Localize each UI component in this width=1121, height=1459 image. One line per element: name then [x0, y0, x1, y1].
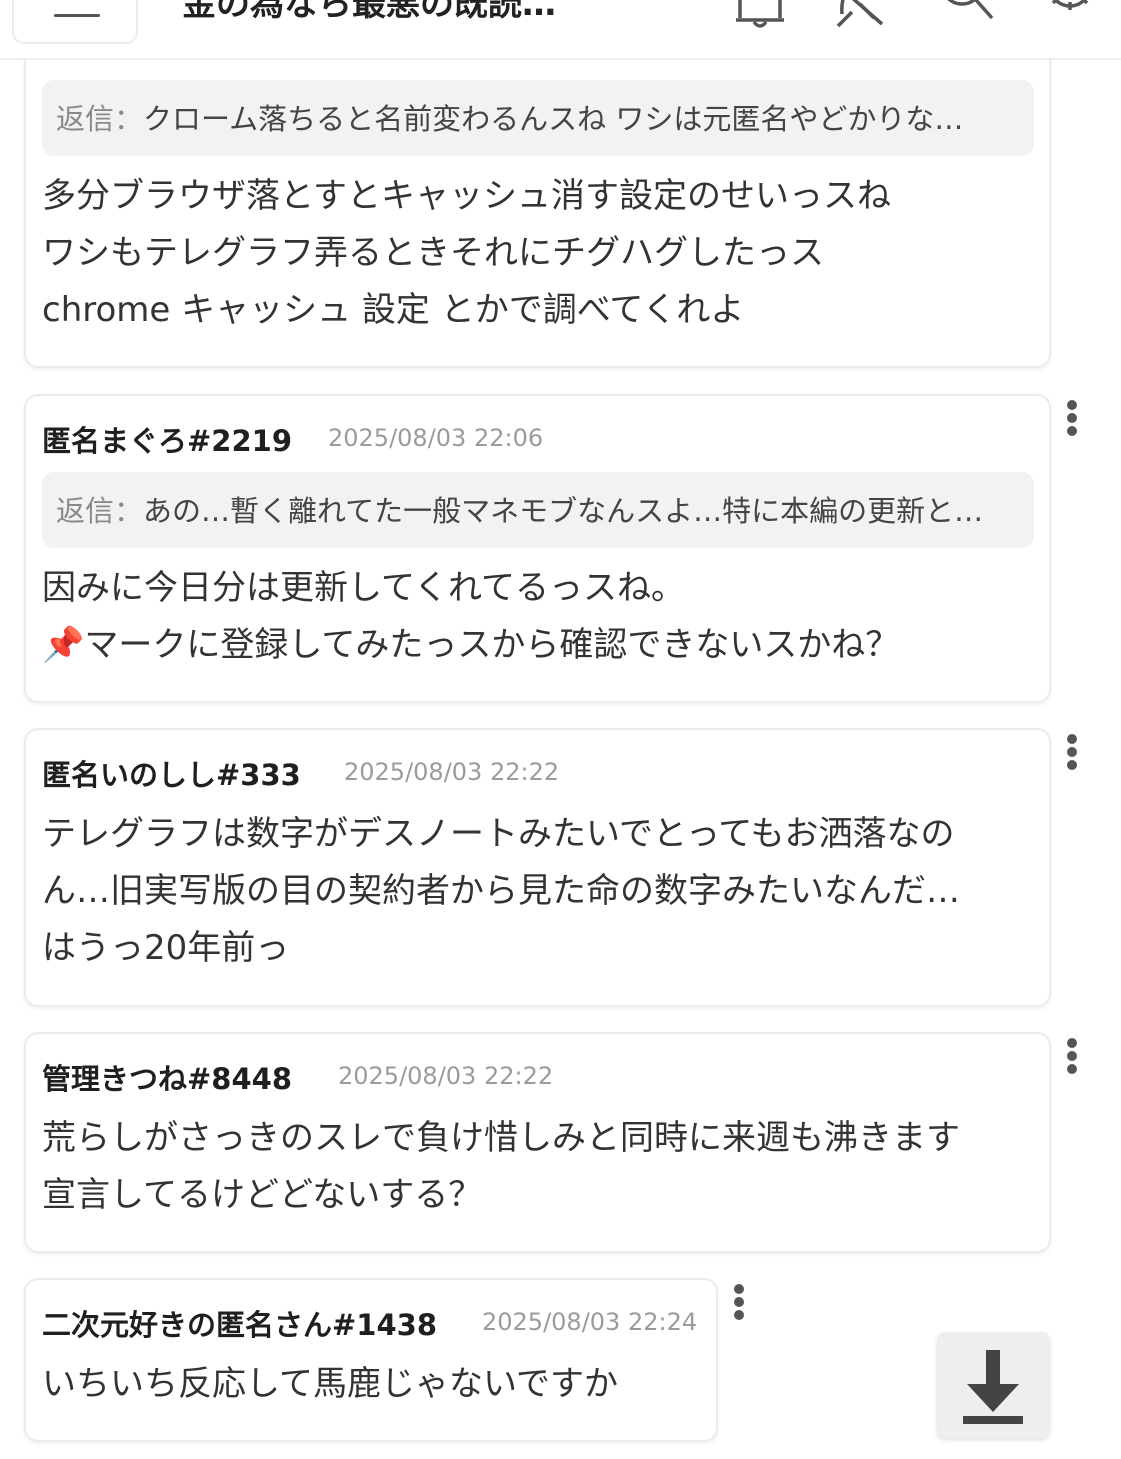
bell-icon[interactable] — [730, 0, 790, 28]
post-body-line: ワシもテレグラフ弄るときそれにチグハグしたっス — [42, 233, 824, 273]
post-body-line: 宣言してるけどどないする？ — [42, 1175, 483, 1215]
search-icon[interactable] — [938, 0, 998, 28]
post-body: テレグラフは数字がデスノートみたいでとってもお洒落なの ん…旧実写版の目の契約者… — [42, 806, 960, 977]
post-body-line: テレグラフは数字がデスノートみたいでとってもお洒落なの — [42, 814, 955, 854]
poster-name[interactable]: 管理きつね#8448 — [42, 1056, 292, 1098]
thread-title: 金の為なら最悪の既読… — [182, 0, 556, 24]
post-card: 匿名いのしし#333 2025/08/03 22:22 テレグラフは数字がデスノ… — [24, 728, 1051, 1007]
post-card: 管理きつね#8448 2025/08/03 22:22 荒らしがさっきのスレで負… — [24, 1032, 1051, 1253]
more-options-icon[interactable] — [729, 1284, 749, 1324]
thread-page: 金の為なら最悪の既読… 返信：クローム落ちると名前変わるんスね ワシは元匿名やど… — [0, 0, 1121, 1459]
post-body-line: 荒らしがさっきのスレで負け惜しみと同時に来週も沸きます — [42, 1118, 960, 1158]
poster-name[interactable]: 二次元好きの匿名さん#1438 — [42, 1302, 437, 1344]
reply-text: クローム落ちると名前変わるんスね ワシは元匿名やどかりな… — [143, 102, 964, 136]
reply-label: 返信： — [56, 494, 144, 528]
post-card: 返信：クローム落ちると名前変わるんスね ワシは元匿名やどかりな… 多分ブラウザ落… — [24, 30, 1051, 368]
more-options-icon[interactable] — [1062, 734, 1082, 774]
post-timestamp: 2025/08/03 22:06 — [328, 424, 544, 452]
post-body-line: 多分ブラウザ落とすとキャッシュ消す設定のせいっスね — [42, 176, 891, 216]
app-header: 金の為なら最悪の既読… — [0, 0, 1121, 60]
post-timestamp: 2025/08/03 22:22 — [338, 1062, 554, 1090]
pin-off-icon[interactable] — [830, 0, 890, 28]
post-body-line: はうっ20年前っ — [42, 928, 290, 968]
post-card: 二次元好きの匿名さん#1438 2025/08/03 22:24 いちいち反応し… — [24, 1278, 718, 1442]
download-icon — [963, 1350, 1023, 1424]
menu-icon — [54, 14, 100, 17]
post-body: いちいち反応して馬鹿じゃないですか — [42, 1356, 618, 1413]
reply-text: あの…暫く離れてた一般マネモブなんスよ…特に本編の更新と… — [143, 494, 984, 528]
post-body: 荒らしがさっきのスレで負け惜しみと同時に来週も沸きます 宣言してるけどどないする… — [42, 1110, 960, 1224]
more-options-icon[interactable] — [1062, 400, 1082, 440]
reply-quote[interactable]: 返信：クローム落ちると名前変わるんスね ワシは元匿名やどかりな… — [42, 80, 1034, 156]
post-timestamp: 2025/08/03 22:24 — [482, 1308, 698, 1336]
poster-name[interactable]: 匿名いのしし#333 — [42, 752, 301, 794]
gear-icon[interactable] — [1040, 0, 1100, 28]
poster-name[interactable]: 匿名まぐろ#2219 — [42, 418, 292, 460]
post-timestamp: 2025/08/03 22:22 — [344, 758, 560, 786]
post-body-line: ん…旧実写版の目の契約者から見た命の数字みたいなんだ… — [42, 871, 960, 911]
post-body: 多分ブラウザ落とすとキャッシュ消す設定のせいっスね ワシもテレグラフ弄るときそれ… — [42, 168, 891, 339]
post-body-line: 📌マークに登録してみたっスから確認できないスかね？ — [42, 625, 900, 665]
reply-label: 返信： — [56, 102, 144, 136]
post-card: 匿名まぐろ#2219 2025/08/03 22:06 返信：あの…暫く離れてた… — [24, 394, 1051, 703]
post-body-line: chrome キャッシュ 設定 とかで調べてくれよ — [42, 290, 745, 330]
download-button[interactable] — [937, 1332, 1050, 1438]
post-body-line: いちいち反応して馬鹿じゃないですか — [42, 1364, 618, 1404]
menu-button[interactable] — [12, 0, 138, 44]
post-body-line: 因みに今日分は更新してくれてるっスね。 — [42, 568, 685, 608]
post-body: 因みに今日分は更新してくれてるっスね。 📌マークに登録してみたっスから確認できな… — [42, 560, 899, 674]
reply-quote[interactable]: 返信：あの…暫く離れてた一般マネモブなんスよ…特に本編の更新と… — [42, 472, 1034, 548]
more-options-icon[interactable] — [1062, 1038, 1082, 1078]
